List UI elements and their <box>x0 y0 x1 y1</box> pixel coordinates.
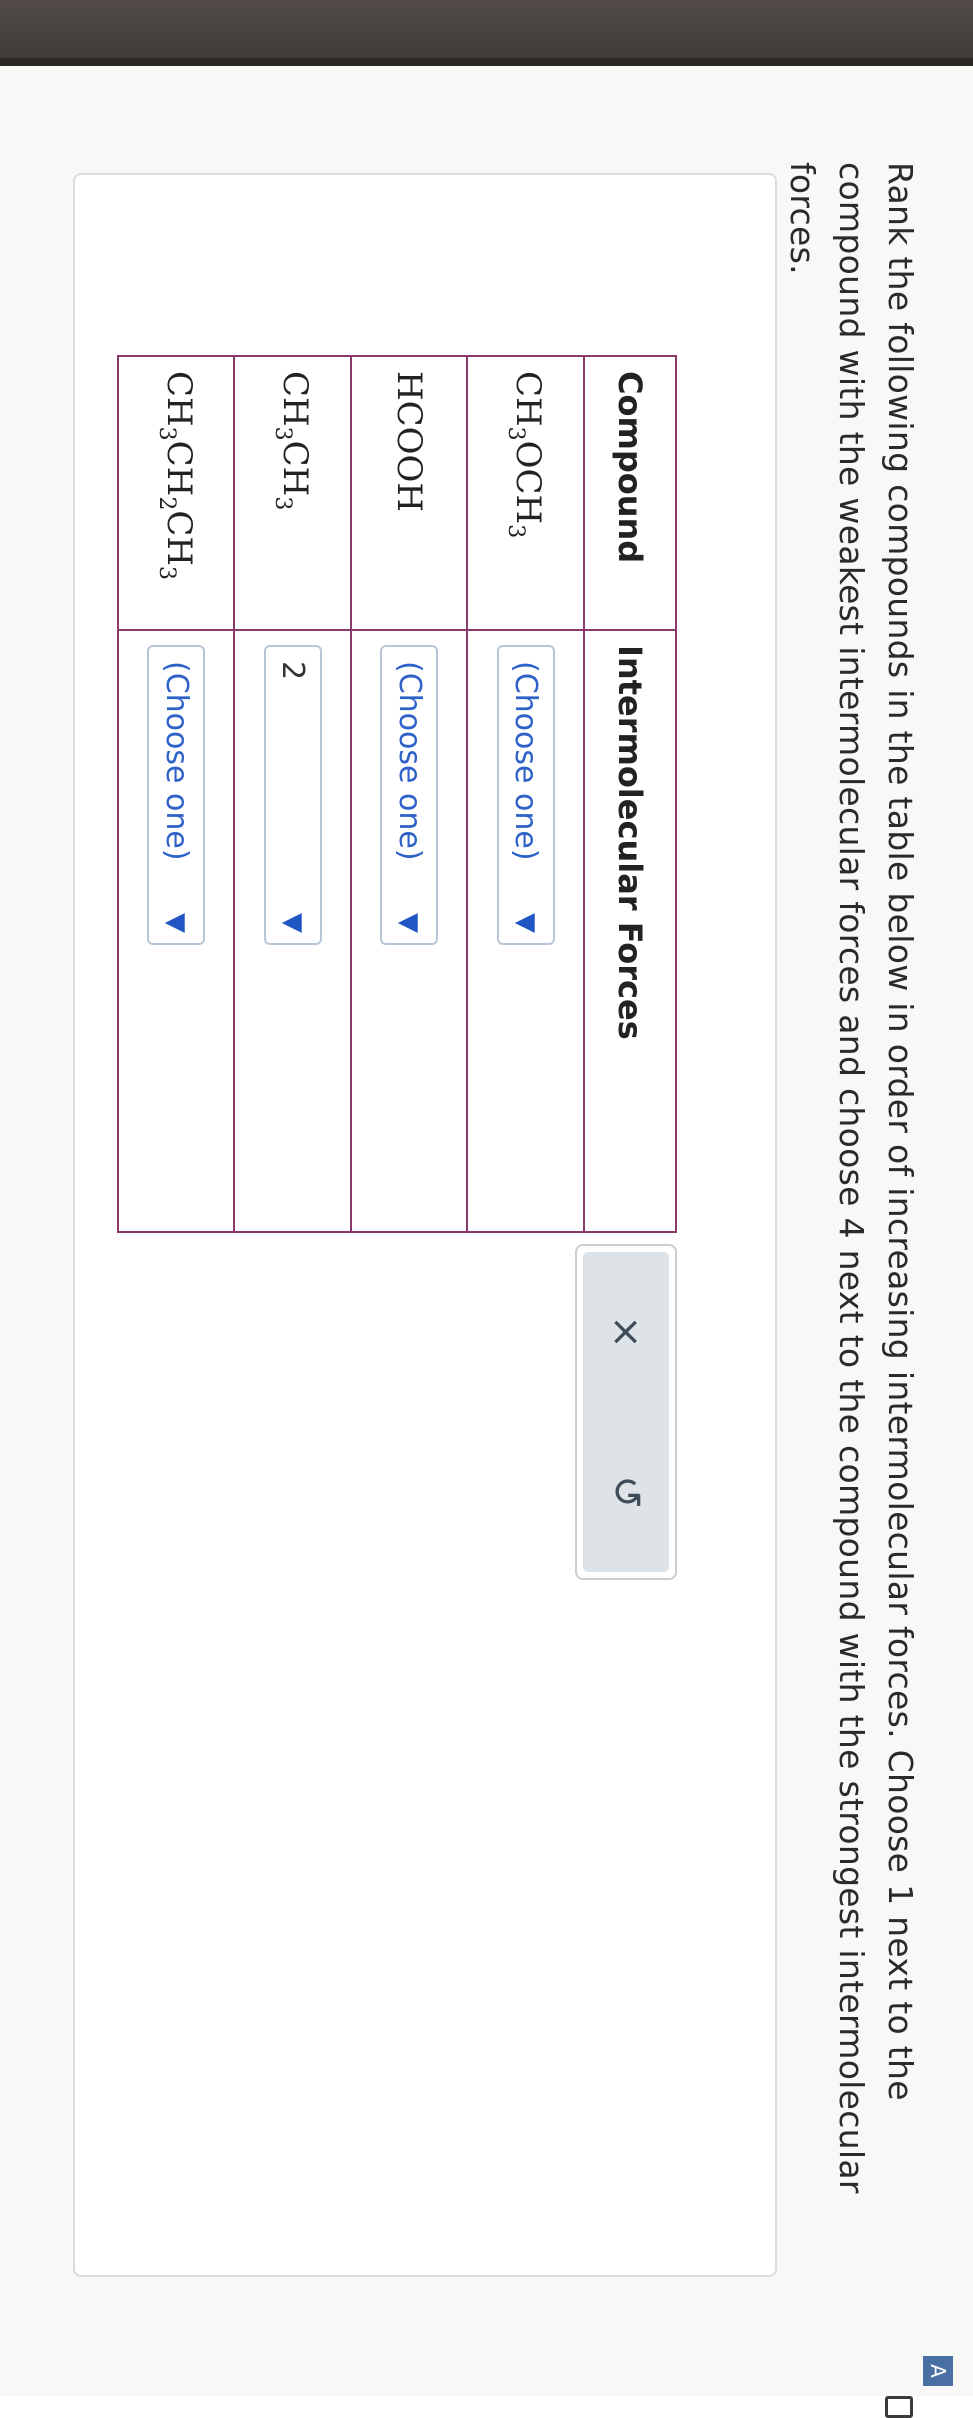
caret-down-icon: ▼ <box>394 913 425 933</box>
caret-down-icon: ▼ <box>277 913 308 933</box>
forces-cell: (Choose one) ▼ <box>351 630 468 1232</box>
compound-formula: HCOOH <box>351 356 468 630</box>
rank-dropdown[interactable]: (Choose one) ▼ <box>380 645 439 945</box>
rank-dropdown[interactable]: (Choose one) ▼ <box>147 645 206 945</box>
table-row: HCOOH (Choose one) ▼ <box>351 356 468 1232</box>
rank-dropdown-value: (Choose one) <box>508 661 544 861</box>
ranking-table: Compound Intermolecular Forces CH3OCH3 (C… <box>117 355 677 1233</box>
device-top-bezel <box>0 0 973 66</box>
rank-dropdown-value: (Choose one) <box>391 661 427 861</box>
ranking-table-body: CH3OCH3 (Choose one) ▼ HCOOH (Choose one) ▼ CH… <box>118 356 584 1232</box>
caret-down-icon: ▼ <box>510 913 541 933</box>
table-row: CH3CH2CH3 (Choose one) ▼ <box>118 356 235 1232</box>
table-header-row: Compound Intermolecular Forces <box>584 356 676 1232</box>
header-intermolecular-forces: Intermolecular Forces <box>584 630 676 1232</box>
reset-button[interactable]: ↺ <box>602 1469 650 1515</box>
compound-formula: CH3CH3 <box>234 356 351 630</box>
header-compound: Compound <box>584 356 676 630</box>
forces-cell: (Choose one) ▼ <box>467 630 584 1232</box>
compound-formula: CH3CH2CH3 <box>118 356 235 630</box>
action-buttons-group: × ↺ <box>575 1244 677 1580</box>
action-buttons-bar: × ↺ <box>583 1252 669 1572</box>
table-row: CH3OCH3 (Choose one) ▼ <box>467 356 584 1232</box>
clear-button[interactable]: × <box>602 1309 650 1355</box>
caret-down-icon: ▼ <box>161 913 192 933</box>
compound-formula: CH3OCH3 <box>467 356 584 630</box>
rank-dropdown[interactable]: 2 ▼ <box>263 645 322 945</box>
table-row: CH3CH3 2 ▼ <box>234 356 351 1232</box>
rotated-content: A Rank the following compounds in the ta… <box>0 66 973 2418</box>
rank-dropdown-value: (Choose one) <box>158 661 194 861</box>
forces-cell: 2 ▼ <box>234 630 351 1232</box>
forces-cell: (Choose one) ▼ <box>118 630 235 1232</box>
question-text: Rank the following compounds in the tabl… <box>783 162 920 2194</box>
rank-dropdown-value: 2 <box>275 661 311 681</box>
rank-dropdown[interactable]: (Choose one) ▼ <box>496 645 555 945</box>
sidebar-toggle-icon[interactable] <box>885 2396 913 2418</box>
side-tab-icon[interactable]: A <box>923 2356 953 2386</box>
